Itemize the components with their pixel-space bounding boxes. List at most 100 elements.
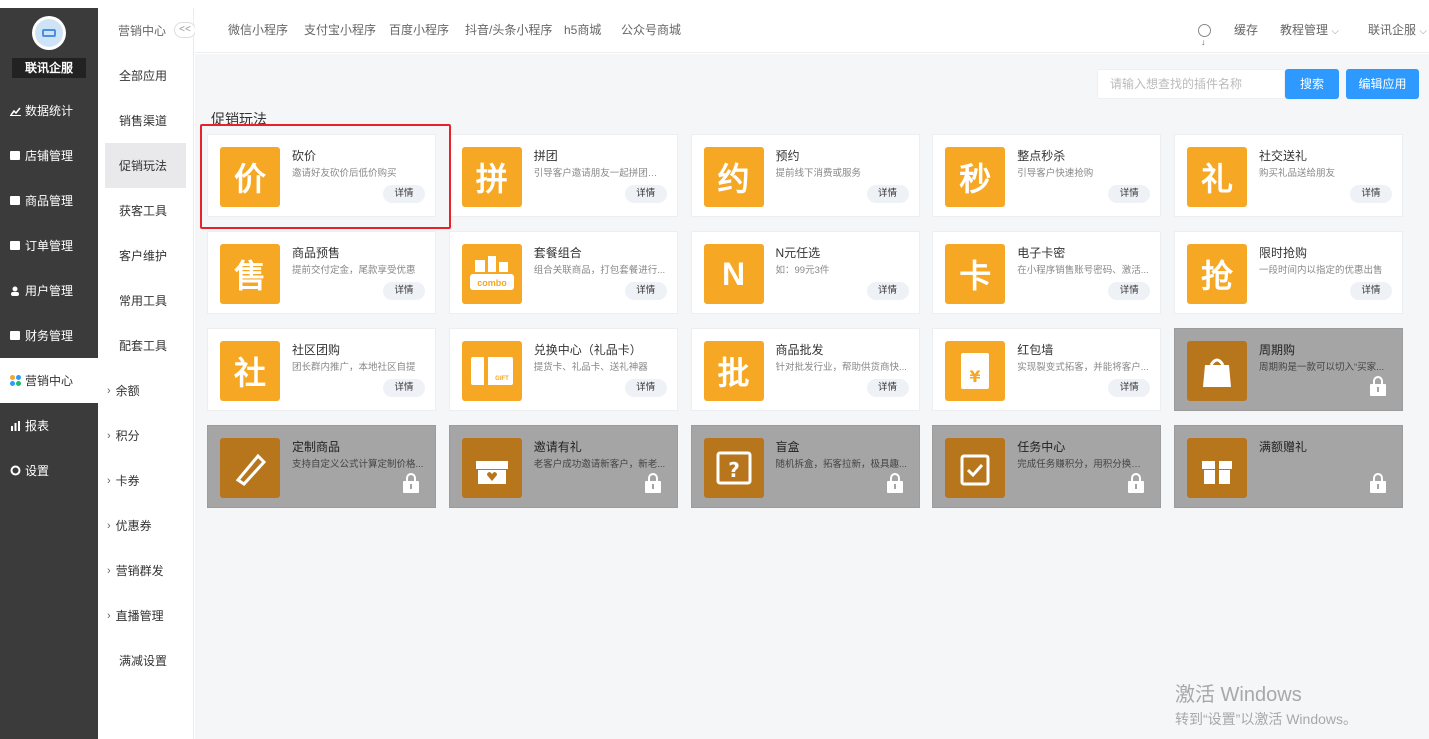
subnav-item-10[interactable]: › 优惠券 — [98, 503, 193, 548]
top-tab-4[interactable]: h5商城 — [564, 8, 601, 53]
sidebar-item-label: 设置 — [25, 464, 50, 478]
order-icon — [9, 240, 21, 252]
collapse-sidebar-button[interactable]: << — [174, 22, 196, 38]
subnav-item-8[interactable]: › 积分 — [98, 413, 193, 458]
app-title: 兑换中心（礼品卡） — [533, 343, 642, 357]
brand-name: 联讯企服 — [12, 58, 86, 78]
app-card[interactable]: ? 盲盒 随机拆盒，拓客拉新，极具趣... — [690, 425, 920, 508]
subnav-item-6[interactable]: 配套工具 — [98, 323, 193, 368]
subnav-item-3[interactable]: 获客工具 — [98, 188, 193, 233]
subnav-item-13[interactable]: 满减设置 — [98, 638, 193, 683]
app-icon: combo — [461, 244, 522, 304]
subnav-item-9[interactable]: › 卡券 — [98, 458, 193, 503]
subnav-item-label: 配套工具 — [119, 339, 168, 353]
subnav-item-1[interactable]: 销售渠道 — [98, 98, 193, 143]
app-card[interactable]: 周期购 周期购是一款可以切入“买家... — [1174, 328, 1403, 411]
app-card[interactable]: GIFT 兑换中心（礼品卡） 提货卡、礼品卡、送礼神器 详情 — [448, 328, 678, 411]
subnav-item-label: 积分 — [115, 429, 140, 443]
sidebar-item-6[interactable]: 营销中心 — [0, 358, 98, 403]
detail-button[interactable]: 详情 — [1350, 185, 1392, 203]
download-icon[interactable] — [1198, 8, 1211, 65]
subnav-item-2[interactable]: 促销玩法 — [105, 143, 186, 188]
detail-button[interactable]: 详情 — [866, 185, 909, 203]
lock-icon — [1128, 473, 1145, 493]
top-tab-2[interactable]: 百度小程序 — [389, 8, 449, 53]
app-card[interactable]: N N元任选 如：99元3件 详情 — [690, 231, 920, 314]
search-input[interactable]: 请输入想查找的插件名称 — [1097, 69, 1285, 99]
account-menu[interactable]: 联讯企服 ⌵ — [1368, 8, 1427, 53]
app-card[interactable]: combo 套餐组合 组合关联商品，打包套餐进行... 详情 — [448, 231, 678, 314]
app-card[interactable]: 社社区团购 团长群内推广，本地社区自提 详情 — [207, 328, 436, 411]
settings-icon — [9, 465, 21, 477]
detail-button[interactable]: 详情 — [1108, 185, 1151, 203]
sidebar-item-2[interactable]: 商品管理 — [0, 178, 98, 223]
app-card[interactable]: 定制商品 支持自定义公式计算定制价格... — [207, 425, 436, 508]
sidebar-item-3[interactable]: 订单管理 — [0, 223, 98, 268]
app-icon: 秒 — [945, 147, 1006, 207]
app-card[interactable]: 卡电子卡密 在小程序销售账号密码、激活... 详情 — [932, 231, 1162, 314]
edit-apps-button[interactable]: 编辑应用 — [1346, 69, 1419, 99]
detail-button[interactable]: 详情 — [866, 379, 909, 397]
tutorial-label: 教程管理 — [1280, 23, 1329, 37]
app-card[interactable]: 批商品批发 针对批发行业，帮助供货商快... 详情 — [690, 328, 920, 411]
app-card[interactable]: 约预约 提前线下消费或服务 详情 — [690, 134, 920, 217]
app-description: 团长群内推广，本地社区自提 — [292, 362, 416, 373]
app-title: N元任选 — [775, 246, 821, 260]
top-tab-5[interactable]: 公众号商城 — [621, 8, 681, 53]
top-tab-3[interactable]: 抖音/头条小程序 — [465, 8, 552, 53]
app-icon: 售 — [220, 244, 280, 304]
marketing-icon — [9, 375, 21, 387]
top-tab-0[interactable]: 微信小程序 — [228, 8, 288, 53]
chart-icon — [9, 105, 21, 117]
app-card[interactable]: 秒整点秒杀 引导客户快速抢购 详情 — [932, 134, 1162, 217]
chevron-right-icon: › — [107, 429, 111, 442]
app-card[interactable]: 拼拼团 引导客户邀请朋友一起拼团购买 详情 — [448, 134, 678, 217]
detail-button[interactable]: 详情 — [1108, 379, 1151, 397]
detail-button[interactable]: 详情 — [624, 185, 667, 203]
sidebar-item-4[interactable]: 用户管理 — [0, 268, 98, 313]
app-icon: 批 — [703, 341, 764, 401]
app-card[interactable]: ¥ 红包墙 实现裂变式拓客，并能将客户... 详情 — [932, 328, 1162, 411]
report-icon — [9, 420, 21, 432]
subnav-item-label: 客户维护 — [119, 249, 168, 263]
sidebar-item-7[interactable]: 报表 — [0, 403, 98, 448]
subnav-item-12[interactable]: › 直播管理 — [98, 593, 193, 638]
sidebar-item-1[interactable]: 店铺管理 — [0, 133, 98, 178]
app-description: 随机拆盒，拓客拉新，极具趣... — [775, 459, 907, 470]
account-label: 联讯企服 — [1368, 23, 1417, 37]
app-card[interactable]: 抢限时抢购 一段时间内以指定的优惠出售 详情 — [1174, 231, 1403, 314]
detail-button[interactable]: 详情 — [1350, 282, 1392, 300]
tutorial-menu[interactable]: 教程管理 ⌵ — [1280, 8, 1339, 53]
subnav-item-7[interactable]: › 余额 — [98, 368, 193, 413]
top-tab-1[interactable]: 支付宝小程序 — [304, 8, 376, 53]
detail-button[interactable]: 详情 — [383, 379, 425, 397]
app-card[interactable]: 邀请有礼 老客户成功邀请新客户，新老... — [448, 425, 678, 508]
sidebar-item-8[interactable]: 设置 — [0, 448, 98, 493]
app-description: 提货卡、礼品卡、送礼神器 — [533, 362, 648, 373]
subnav-item-5[interactable]: 常用工具 — [98, 278, 193, 323]
sidebar-item-label: 店铺管理 — [25, 149, 74, 163]
brand-logo[interactable] — [32, 16, 66, 50]
app-card[interactable]: 任务中心 完成任务赚积分，用积分换商品 — [932, 425, 1162, 508]
sidebar-item-label: 商品管理 — [25, 194, 74, 208]
subnav-item-label: 常用工具 — [119, 294, 168, 308]
detail-button[interactable]: 详情 — [866, 282, 909, 300]
app-card[interactable]: 售商品预售 提前交付定金，尾款享受优惠 详情 — [207, 231, 436, 314]
search-button[interactable]: 搜索 — [1285, 69, 1339, 99]
detail-button[interactable]: 详情 — [383, 282, 425, 300]
subnav-item-0[interactable]: 全部应用 — [98, 53, 193, 98]
cache-button[interactable]: 缓存 — [1234, 8, 1258, 53]
sidebar-item-0[interactable]: 数据统计 — [0, 88, 98, 133]
detail-button[interactable]: 详情 — [1108, 282, 1151, 300]
top-nav: 微信小程序支付宝小程序百度小程序抖音/头条小程序 h5商城公众号商城 缓存 教程管… — [195, 8, 1429, 65]
sidebar-item-label: 财务管理 — [25, 329, 74, 343]
app-card[interactable]: 满额赠礼 — [1174, 425, 1403, 508]
detail-button[interactable]: 详情 — [624, 282, 667, 300]
subnav-item-11[interactable]: › 营销群发 — [98, 548, 193, 593]
subnav-item-label: 获客工具 — [119, 204, 168, 218]
subnav-item-4[interactable]: 客户维护 — [98, 233, 193, 278]
subnav-item-label: 直播管理 — [115, 609, 164, 623]
detail-button[interactable]: 详情 — [624, 379, 667, 397]
app-card[interactable]: 礼社交送礼 购买礼品送给朋友 详情 — [1174, 134, 1403, 217]
sidebar-item-5[interactable]: 财务管理 — [0, 313, 98, 358]
